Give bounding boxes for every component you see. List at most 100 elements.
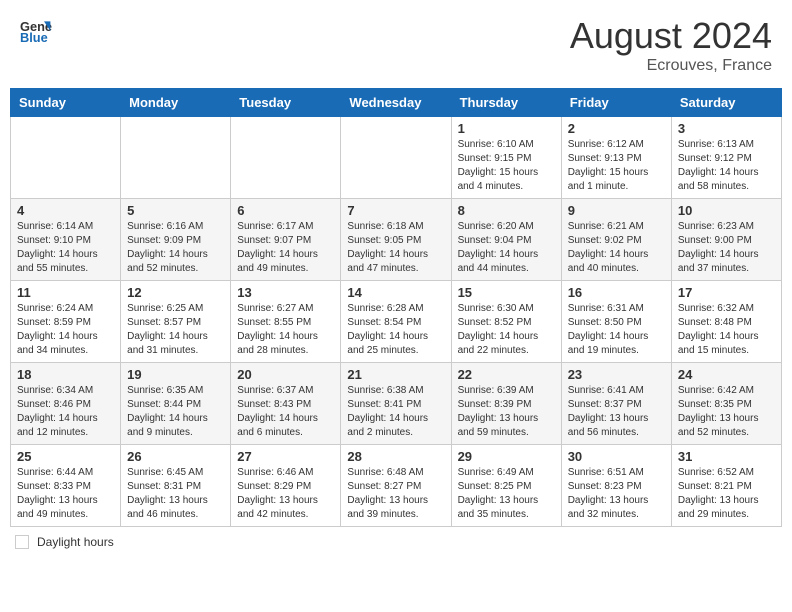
calendar-cell: 10Sunrise: 6:23 AM Sunset: 9:00 PM Dayli… [671,199,781,281]
week-row-4: 25 Sunrise: 6:44 AM Sunset: 8:33 PM Dayli… [11,445,782,527]
day-info: Sunrise: 6:20 AM Sunset: 9:04 PM Dayligh… [458,220,555,276]
day-info: Sunrise: 6:17 AM Sunset: 9:07 PM Dayligh… [237,220,334,276]
day-info: Sunrise: 6:21 AM Sunset: 9:02 PM Dayligh… [568,220,665,276]
day-number: 2 [568,121,665,136]
day-info: Sunrise: 6:35 AM Sunset: 8:44 PM Dayligh… [127,384,224,440]
page-header: General Blue August 2024 Ecrouves, Franc… [10,10,782,80]
day-info: Sunrise: 6:24 AM Sunset: 8:59 PM Dayligh… [17,302,114,358]
calendar-cell: 7Sunrise: 6:18 AM Sunset: 9:05 PM Daylig… [341,199,451,281]
day-info: Sunrise: 6:30 AM Sunset: 8:52 PM Dayligh… [458,302,555,358]
day-info: Sunrise: 6:34 AM Sunset: 8:46 PM Dayligh… [17,384,114,440]
day-number: 22 [458,367,555,382]
day-info: Sunrise: 6:16 AM Sunset: 9:09 PM Dayligh… [127,220,224,276]
calendar-cell: 9 Sunrise: 6:21 AM Sunset: 9:02 PM Daylig… [561,199,671,281]
day-info: Sunrise: 6:38 AM Sunset: 8:41 PM Dayligh… [347,384,444,440]
day-info: Sunrise: 6:44 AM Sunset: 8:33 PM Dayligh… [17,466,114,522]
day-number: 11 [17,285,114,300]
calendar-cell [341,117,451,199]
day-header-thursday: Thursday [451,89,561,117]
day-number: 20 [237,367,334,382]
calendar-body: 1 Sunrise: 6:10 AM Sunset: 9:15 PM Daylig… [11,117,782,527]
calendar-cell: 26Sunrise: 6:45 AM Sunset: 8:31 PM Dayli… [121,445,231,527]
day-info: Sunrise: 6:46 AM Sunset: 8:29 PM Dayligh… [237,466,334,522]
day-number: 31 [678,449,775,464]
calendar-cell: 22Sunrise: 6:39 AM Sunset: 8:39 PM Dayli… [451,363,561,445]
calendar-cell: 14 Sunrise: 6:28 AM Sunset: 8:54 PM Dayli… [341,281,451,363]
day-number: 13 [237,285,334,300]
legend-box [15,535,29,549]
calendar-cell [11,117,121,199]
calendar-cell: 13 Sunrise: 6:27 AM Sunset: 8:55 PM Dayli… [231,281,341,363]
calendar-cell: 25 Sunrise: 6:44 AM Sunset: 8:33 PM Dayli… [11,445,121,527]
day-info: Sunrise: 6:18 AM Sunset: 9:05 PM Dayligh… [347,220,444,276]
day-number: 12 [127,285,224,300]
day-number: 23 [568,367,665,382]
calendar-cell: 2 Sunrise: 6:12 AM Sunset: 9:13 PM Daylig… [561,117,671,199]
day-info: Sunrise: 6:10 AM Sunset: 9:15 PM Dayligh… [458,138,555,194]
calendar-cell: 16Sunrise: 6:31 AM Sunset: 8:50 PM Dayli… [561,281,671,363]
day-number: 18 [17,367,114,382]
day-info: Sunrise: 6:52 AM Sunset: 8:21 PM Dayligh… [678,466,775,522]
calendar-cell: 8 Sunrise: 6:20 AM Sunset: 9:04 PM Daylig… [451,199,561,281]
calendar-cell: 17Sunrise: 6:32 AM Sunset: 8:48 PM Dayli… [671,281,781,363]
day-header-monday: Monday [121,89,231,117]
day-number: 9 [568,203,665,218]
day-info: Sunrise: 6:25 AM Sunset: 8:57 PM Dayligh… [127,302,224,358]
day-number: 30 [568,449,665,464]
day-info: Sunrise: 6:13 AM Sunset: 9:12 PM Dayligh… [678,138,775,194]
day-info: Sunrise: 6:31 AM Sunset: 8:50 PM Dayligh… [568,302,665,358]
calendar-cell: 30 Sunrise: 6:51 AM Sunset: 8:23 PM Dayli… [561,445,671,527]
calendar-cell: 19 Sunrise: 6:35 AM Sunset: 8:44 PM Dayli… [121,363,231,445]
day-number: 25 [17,449,114,464]
calendar-cell: 1 Sunrise: 6:10 AM Sunset: 9:15 PM Daylig… [451,117,561,199]
day-header-friday: Friday [561,89,671,117]
week-row-0: 1 Sunrise: 6:10 AM Sunset: 9:15 PM Daylig… [11,117,782,199]
day-info: Sunrise: 6:28 AM Sunset: 8:54 PM Dayligh… [347,302,444,358]
calendar-cell: 15Sunrise: 6:30 AM Sunset: 8:52 PM Dayli… [451,281,561,363]
day-header-tuesday: Tuesday [231,89,341,117]
day-info: Sunrise: 6:51 AM Sunset: 8:23 PM Dayligh… [568,466,665,522]
day-number: 6 [237,203,334,218]
day-info: Sunrise: 6:27 AM Sunset: 8:55 PM Dayligh… [237,302,334,358]
logo: General Blue [20,15,52,47]
day-number: 29 [458,449,555,464]
calendar-cell: 5 Sunrise: 6:16 AM Sunset: 9:09 PM Daylig… [121,199,231,281]
calendar-cell [231,117,341,199]
calendar-cell: 21 Sunrise: 6:38 AM Sunset: 8:41 PM Dayli… [341,363,451,445]
day-info: Sunrise: 6:32 AM Sunset: 8:48 PM Dayligh… [678,302,775,358]
day-header-saturday: Saturday [671,89,781,117]
calendar-cell [121,117,231,199]
calendar-cell: 11 Sunrise: 6:24 AM Sunset: 8:59 PM Dayli… [11,281,121,363]
day-number: 4 [17,203,114,218]
svg-text:Blue: Blue [20,30,48,45]
day-number: 21 [347,367,444,382]
location: Ecrouves, France [570,57,772,75]
day-number: 1 [458,121,555,136]
title-area: August 2024 Ecrouves, France [570,15,772,75]
calendar-cell: 18 Sunrise: 6:34 AM Sunset: 8:46 PM Dayli… [11,363,121,445]
day-info: Sunrise: 6:41 AM Sunset: 8:37 PM Dayligh… [568,384,665,440]
calendar-cell: 23 Sunrise: 6:41 AM Sunset: 8:37 PM Dayli… [561,363,671,445]
day-number: 5 [127,203,224,218]
day-info: Sunrise: 6:23 AM Sunset: 9:00 PM Dayligh… [678,220,775,276]
logo-icon: General Blue [20,15,52,47]
day-number: 24 [678,367,775,382]
calendar-cell: 28Sunrise: 6:48 AM Sunset: 8:27 PM Dayli… [341,445,451,527]
day-info: Sunrise: 6:49 AM Sunset: 8:25 PM Dayligh… [458,466,555,522]
calendar-header: SundayMondayTuesdayWednesdayThursdayFrid… [11,89,782,117]
week-row-2: 11 Sunrise: 6:24 AM Sunset: 8:59 PM Dayli… [11,281,782,363]
legend-label: Daylight hours [37,535,114,549]
day-header-sunday: Sunday [11,89,121,117]
day-number: 14 [347,285,444,300]
day-number: 8 [458,203,555,218]
day-info: Sunrise: 6:14 AM Sunset: 9:10 PM Dayligh… [17,220,114,276]
day-number: 3 [678,121,775,136]
day-number: 26 [127,449,224,464]
calendar-cell: 31 Sunrise: 6:52 AM Sunset: 8:21 PM Dayli… [671,445,781,527]
calendar-cell: 4 Sunrise: 6:14 AM Sunset: 9:10 PM Daylig… [11,199,121,281]
day-info: Sunrise: 6:12 AM Sunset: 9:13 PM Dayligh… [568,138,665,194]
calendar-table: SundayMondayTuesdayWednesdayThursdayFrid… [10,88,782,527]
calendar-cell: 6 Sunrise: 6:17 AM Sunset: 9:07 PM Daylig… [231,199,341,281]
day-info: Sunrise: 6:42 AM Sunset: 8:35 PM Dayligh… [678,384,775,440]
day-number: 19 [127,367,224,382]
